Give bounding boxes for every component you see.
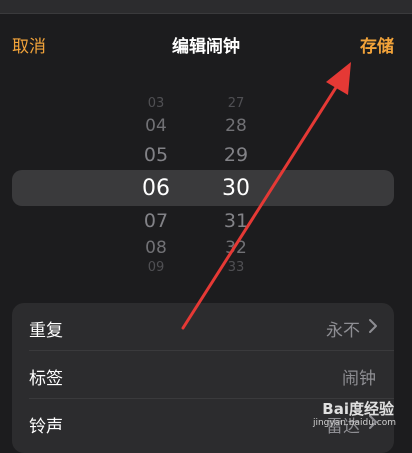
watermark-brand: Bai度经验: [322, 400, 394, 418]
minute-option[interactable]: 32: [206, 238, 266, 258]
sheet-top-edge: [0, 0, 412, 14]
minute-option[interactable]: 28: [206, 116, 266, 136]
hour-option[interactable]: 03: [126, 96, 186, 111]
save-button[interactable]: 存储: [360, 32, 394, 57]
minute-option[interactable]: 33: [206, 260, 266, 275]
settings-row-label: 标签: [29, 369, 63, 389]
chevron-right-icon: [369, 319, 377, 333]
settings-row-label: 铃声: [29, 417, 63, 437]
hour-option[interactable]: 09: [126, 260, 186, 275]
nav-bar: 取消 编辑闹钟 存储: [0, 14, 412, 70]
hour-option[interactable]: 07: [126, 210, 186, 232]
minute-option-selected[interactable]: 30: [206, 176, 266, 201]
label-input[interactable]: 闹钟: [342, 364, 376, 389]
minute-option[interactable]: 29: [206, 144, 266, 166]
hour-option[interactable]: 05: [126, 144, 186, 166]
hour-option[interactable]: 08: [126, 238, 186, 258]
minute-option[interactable]: 31: [206, 210, 266, 232]
settings-row-repeat[interactable]: 重复 永不: [12, 303, 394, 351]
minute-option[interactable]: 27: [206, 96, 266, 111]
watermark-url: jingyan.baidu.com: [312, 418, 396, 428]
hour-option[interactable]: 04: [126, 116, 186, 136]
page-title: 编辑闹钟: [172, 37, 240, 57]
baidu-watermark: Bai度经验 jingyan.baidu.com: [282, 398, 402, 432]
settings-row-label-field[interactable]: 标签 闹钟: [12, 351, 394, 399]
picker-selection-band: [12, 170, 394, 206]
time-picker[interactable]: 03 04 05 06 07 08 09 27 28 29 30 31 32 3…: [0, 90, 412, 290]
settings-row-label: 重复: [29, 321, 63, 341]
settings-row-value: 永不: [326, 321, 360, 341]
hour-option-selected[interactable]: 06: [126, 176, 186, 201]
